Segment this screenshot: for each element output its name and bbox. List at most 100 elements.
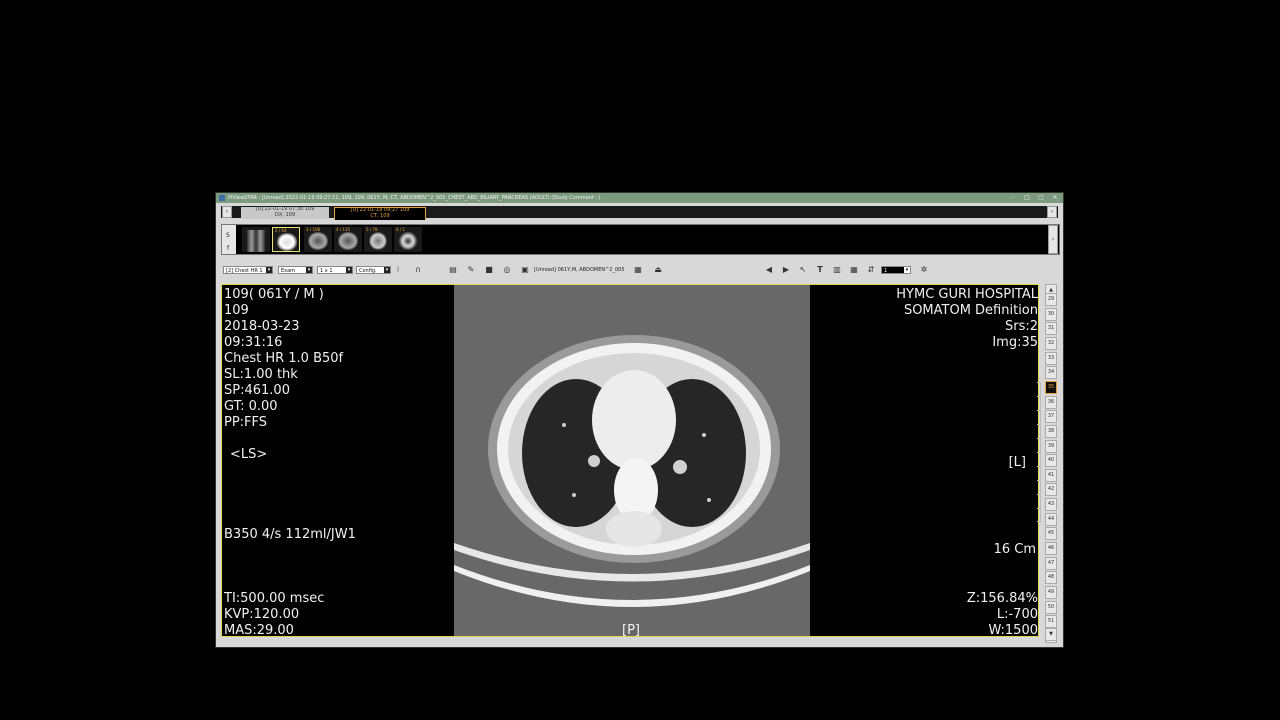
- series-thumbnail-strip: S f 2 / 64 3 / 108 4 / 135 5 / 78 6 / 1 …: [221, 224, 1060, 255]
- image-page-button[interactable]: 45: [1045, 527, 1057, 541]
- mas-value: MAS:29.00: [224, 623, 294, 638]
- contrast-info: B350 4/s 112ml/JW1: [224, 527, 356, 542]
- pointer-icon[interactable]: ↖: [798, 265, 808, 275]
- series-thumb[interactable]: 4 / 135: [334, 227, 362, 252]
- image-page-button[interactable]: 44: [1045, 512, 1057, 526]
- patient-info-overlay: 109( 061Y / M ) 109 2018-03-23 09:31:16 …: [224, 287, 343, 431]
- image-page-button[interactable]: 36: [1045, 395, 1057, 409]
- ct-slice-graphic: [454, 285, 810, 636]
- window-level-overlay: Z:156.84% L:-700 W:1500: [967, 591, 1038, 639]
- tab-sublabel: CT, 109: [370, 212, 390, 219]
- image-page-button[interactable]: 35: [1045, 380, 1057, 394]
- exam-select[interactable]: Exam ▾: [278, 266, 313, 274]
- eraser-icon[interactable]: ⏏: [653, 265, 663, 275]
- image-page-button[interactable]: 42: [1045, 483, 1057, 497]
- tab-prev-button[interactable]: ‹: [222, 206, 232, 218]
- scale-label: 16 Cm: [993, 542, 1036, 557]
- image-page-button[interactable]: 32: [1045, 336, 1057, 350]
- slice-position: SP:461.00: [224, 383, 290, 398]
- image-viewport[interactable]: 109( 061Y / M ) 109 2018-03-23 09:31:16 …: [221, 284, 1041, 639]
- text-tool-icon[interactable]: T: [815, 265, 825, 275]
- sync-icon[interactable]: ⇵: [866, 265, 876, 275]
- edit-icon[interactable]: ✎: [466, 265, 476, 275]
- image-page-button[interactable]: 51: [1045, 615, 1057, 629]
- chevron-down-icon: ▾: [904, 267, 910, 273]
- pin-icon[interactable]: ⁝: [393, 265, 403, 275]
- image-page-button[interactable]: 49: [1045, 586, 1057, 599]
- image-page-button[interactable]: 38: [1045, 424, 1057, 438]
- grid-icon[interactable]: ▥: [832, 265, 842, 275]
- scanner-model: SOMATOM Definition: [903, 303, 1038, 318]
- save-icon[interactable]: ■: [484, 265, 494, 275]
- image-page-button[interactable]: 34: [1045, 366, 1057, 380]
- image-icon[interactable]: ▦: [633, 265, 643, 275]
- camera-icon[interactable]: ▣: [520, 265, 530, 275]
- magnet-icon[interactable]: ∩: [413, 265, 423, 275]
- patient-id-age-sex: 109( 061Y / M ): [224, 287, 324, 302]
- app-icon: [219, 195, 225, 201]
- layout-icon[interactable]: ▦: [849, 265, 859, 275]
- image-page-button[interactable]: 41: [1045, 468, 1057, 482]
- chevron-down-icon: ▾: [306, 267, 312, 273]
- image-page-button[interactable]: 33: [1045, 351, 1057, 365]
- image-page-button[interactable]: 43: [1045, 498, 1057, 512]
- image-page-button[interactable]: 48: [1045, 571, 1057, 585]
- window-level: L:-700: [996, 607, 1038, 622]
- image-page-button[interactable]: 30: [1045, 307, 1057, 321]
- image-page-button[interactable]: 29: [1045, 293, 1057, 306]
- series-thumb-selected[interactable]: 2 / 64: [272, 227, 300, 252]
- scale-ruler: [1036, 382, 1041, 522]
- minimize-button[interactable]: –: [1008, 193, 1018, 203]
- restore-button[interactable]: □: [1036, 193, 1046, 203]
- series-thumb[interactable]: [242, 227, 270, 252]
- image-page-button[interactable]: 40: [1045, 454, 1057, 468]
- series-select[interactable]: [2] Chest HR 1 ▾: [223, 266, 273, 274]
- study-date: 2018-03-23: [224, 319, 300, 334]
- zoom-value: Z:156.84%: [966, 591, 1038, 606]
- image-page-button[interactable]: 31: [1045, 322, 1057, 336]
- scroll-down-button[interactable]: ▼: [1045, 628, 1057, 641]
- settings-icon[interactable]: ✲: [919, 265, 929, 275]
- chest-xray-thumb-image: [247, 230, 265, 252]
- tab-next-button[interactable]: ›: [1047, 206, 1057, 218]
- image-page-button[interactable]: 50: [1045, 600, 1057, 614]
- study-tab-row: ‹ [U] 22-01-19 07:38 109 DX, 109 [U] 22-…: [221, 206, 1058, 220]
- kvp-value: KVP:120.00: [224, 607, 300, 622]
- series-thumb[interactable]: 3 / 108: [304, 227, 332, 252]
- thumb-image: [277, 233, 297, 251]
- layout-select[interactable]: 1 x 1 ▾: [317, 266, 353, 274]
- image-page-button[interactable]: 46: [1045, 542, 1057, 556]
- image-page-button[interactable]: 47: [1045, 556, 1057, 570]
- ls-label: <LS>: [230, 447, 268, 462]
- series-description: Chest HR 1.0 B50f: [224, 351, 344, 366]
- layout-select-value: 1 x 1: [320, 268, 333, 274]
- strip-scroll-right[interactable]: ›: [1048, 225, 1058, 254]
- image-page-button[interactable]: 37: [1045, 410, 1057, 424]
- maximize-button[interactable]: □: [1022, 193, 1032, 203]
- config-select[interactable]: Config. ▾: [356, 266, 391, 274]
- window-title: PiViewSTAR - [Unread] 2022-01-19 09:27:1…: [228, 195, 601, 201]
- study-tab-ct[interactable]: [U] 22-01-19 09:27 109 CT, 109: [334, 207, 426, 220]
- series-thumb[interactable]: 5 / 78: [364, 227, 392, 252]
- viewer-window: PiViewSTAR - [Unread] 2022-01-19 09:27:1…: [216, 193, 1063, 647]
- study-time: 09:31:16: [224, 335, 283, 350]
- window-width: W:1500: [988, 623, 1038, 638]
- close-button[interactable]: ✕: [1050, 193, 1060, 203]
- globe-icon[interactable]: ◎: [502, 265, 512, 275]
- gantry-tilt: GT: 0.00: [224, 399, 278, 414]
- series-thumb[interactable]: 6 / 1: [394, 227, 422, 252]
- frame-select[interactable]: 1 ▾: [881, 266, 911, 274]
- image-page-button[interactable]: 39: [1045, 439, 1057, 453]
- study-label: [Unread] 061Y,M, ABDOMEN^2_005: [534, 267, 625, 273]
- patient-position: PP:FFS: [224, 415, 268, 430]
- thumb-image: [398, 232, 418, 250]
- image-number: Img:35: [992, 335, 1038, 350]
- flip-vertical-icon[interactable]: ▶: [781, 265, 791, 275]
- config-select-value: Config.: [359, 268, 377, 274]
- flip-horizontal-icon[interactable]: ◀: [764, 265, 774, 275]
- print-icon[interactable]: ▤: [448, 265, 458, 275]
- time-index: TI:500.00 msec: [224, 591, 325, 606]
- frame-select-value: 1: [884, 268, 888, 274]
- study-tab-dx[interactable]: [U] 22-01-19 07:38 109 DX, 109: [241, 206, 329, 219]
- thumb-image: [338, 232, 358, 250]
